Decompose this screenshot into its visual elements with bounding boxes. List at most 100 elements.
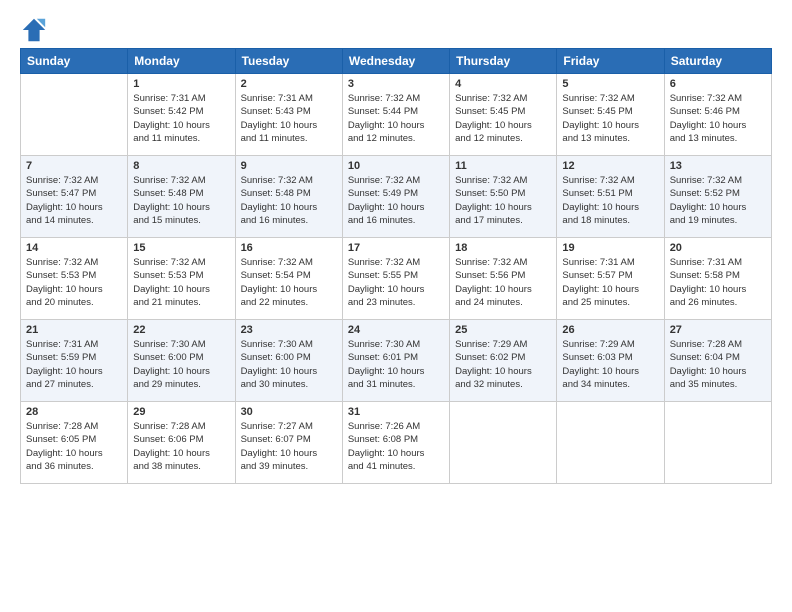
day-number: 10 [348, 160, 444, 172]
day-info: Sunrise: 7:26 AM Sunset: 6:08 PM Dayligh… [348, 420, 444, 473]
calendar-cell: 21Sunrise: 7:31 AM Sunset: 5:59 PM Dayli… [21, 320, 128, 402]
header [20, 16, 772, 44]
calendar-cell: 25Sunrise: 7:29 AM Sunset: 6:02 PM Dayli… [450, 320, 557, 402]
day-number: 8 [133, 160, 229, 172]
calendar-cell: 7 Sunrise: 7:32 AM Sunset: 5:47 PM Daylig… [21, 156, 128, 238]
calendar-cell: 19 Sunrise: 7:31 AM Sunset: 5:57 PM Dayli… [557, 238, 664, 320]
day-number: 4 [455, 78, 551, 90]
day-info: Sunrise: 7:32 AM Sunset: 5:55 PM Dayligh… [348, 256, 444, 309]
day-info: Sunrise: 7:32 AM Sunset: 5:51 PM Dayligh… [562, 174, 658, 227]
day-number: 22 [133, 324, 229, 336]
day-number: 13 [670, 160, 766, 172]
calendar-cell: 1Sunrise: 7:31 AM Sunset: 5:42 PM Daylig… [128, 74, 235, 156]
day-info: Sunrise: 7:32 AM Sunset: 5:47 PM Dayligh… [26, 174, 122, 227]
day-info: Sunrise: 7:28 AM Sunset: 6:06 PM Dayligh… [133, 420, 229, 473]
calendar-table: SundayMondayTuesdayWednesdayThursdayFrid… [20, 48, 772, 484]
day-number: 11 [455, 160, 551, 172]
day-number: 27 [670, 324, 766, 336]
day-info: Sunrise: 7:30 AM Sunset: 6:01 PM Dayligh… [348, 338, 444, 391]
day-number: 16 [241, 242, 337, 254]
day-number: 18 [455, 242, 551, 254]
day-info: Sunrise: 7:31 AM Sunset: 5:43 PM Dayligh… [241, 92, 337, 145]
day-number: 23 [241, 324, 337, 336]
calendar-cell [664, 402, 771, 484]
weekday-header: Thursday [450, 49, 557, 74]
calendar-cell: 11 Sunrise: 7:32 AM Sunset: 5:50 PM Dayli… [450, 156, 557, 238]
day-number: 19 [562, 242, 658, 254]
day-number: 21 [26, 324, 122, 336]
day-info: Sunrise: 7:32 AM Sunset: 5:54 PM Dayligh… [241, 256, 337, 309]
calendar-week: 1Sunrise: 7:31 AM Sunset: 5:42 PM Daylig… [21, 74, 772, 156]
day-number: 15 [133, 242, 229, 254]
day-number: 20 [670, 242, 766, 254]
calendar-cell: 17 Sunrise: 7:32 AM Sunset: 5:55 PM Dayli… [342, 238, 449, 320]
day-info: Sunrise: 7:28 AM Sunset: 6:05 PM Dayligh… [26, 420, 122, 473]
day-info: Sunrise: 7:32 AM Sunset: 5:44 PM Dayligh… [348, 92, 444, 145]
day-number: 3 [348, 78, 444, 90]
day-number: 6 [670, 78, 766, 90]
calendar-cell: 13 Sunrise: 7:32 AM Sunset: 5:52 PM Dayli… [664, 156, 771, 238]
calendar-week: 7 Sunrise: 7:32 AM Sunset: 5:47 PM Daylig… [21, 156, 772, 238]
calendar-cell: 6 Sunrise: 7:32 AM Sunset: 5:46 PM Daylig… [664, 74, 771, 156]
calendar-cell: 30 Sunrise: 7:27 AM Sunset: 6:07 PM Dayli… [235, 402, 342, 484]
day-number: 30 [241, 406, 337, 418]
day-info: Sunrise: 7:27 AM Sunset: 6:07 PM Dayligh… [241, 420, 337, 473]
day-info: Sunrise: 7:30 AM Sunset: 6:00 PM Dayligh… [241, 338, 337, 391]
calendar-week: 21Sunrise: 7:31 AM Sunset: 5:59 PM Dayli… [21, 320, 772, 402]
day-number: 2 [241, 78, 337, 90]
day-info: Sunrise: 7:32 AM Sunset: 5:45 PM Dayligh… [455, 92, 551, 145]
weekday-header: Friday [557, 49, 664, 74]
day-number: 7 [26, 160, 122, 172]
day-number: 12 [562, 160, 658, 172]
day-info: Sunrise: 7:31 AM Sunset: 5:57 PM Dayligh… [562, 256, 658, 309]
day-info: Sunrise: 7:32 AM Sunset: 5:53 PM Dayligh… [133, 256, 229, 309]
day-number: 17 [348, 242, 444, 254]
day-number: 1 [133, 78, 229, 90]
day-info: Sunrise: 7:32 AM Sunset: 5:46 PM Dayligh… [670, 92, 766, 145]
day-info: Sunrise: 7:29 AM Sunset: 6:03 PM Dayligh… [562, 338, 658, 391]
weekday-header: Sunday [21, 49, 128, 74]
day-number: 31 [348, 406, 444, 418]
calendar-cell: 5 Sunrise: 7:32 AM Sunset: 5:45 PM Daylig… [557, 74, 664, 156]
calendar-cell: 10Sunrise: 7:32 AM Sunset: 5:49 PM Dayli… [342, 156, 449, 238]
calendar-cell: 24 Sunrise: 7:30 AM Sunset: 6:01 PM Dayli… [342, 320, 449, 402]
day-number: 29 [133, 406, 229, 418]
day-number: 24 [348, 324, 444, 336]
calendar-cell [450, 402, 557, 484]
calendar-cell: 9Sunrise: 7:32 AM Sunset: 5:48 PM Daylig… [235, 156, 342, 238]
day-number: 14 [26, 242, 122, 254]
day-number: 5 [562, 78, 658, 90]
calendar-cell: 22 Sunrise: 7:30 AM Sunset: 6:00 PM Dayli… [128, 320, 235, 402]
calendar-week: 28 Sunrise: 7:28 AM Sunset: 6:05 PM Dayli… [21, 402, 772, 484]
day-info: Sunrise: 7:28 AM Sunset: 6:04 PM Dayligh… [670, 338, 766, 391]
calendar-cell [21, 74, 128, 156]
calendar-cell: 18Sunrise: 7:32 AM Sunset: 5:56 PM Dayli… [450, 238, 557, 320]
calendar-cell: 26Sunrise: 7:29 AM Sunset: 6:03 PM Dayli… [557, 320, 664, 402]
day-number: 28 [26, 406, 122, 418]
header-row: SundayMondayTuesdayWednesdayThursdayFrid… [21, 49, 772, 74]
calendar-cell: 23 Sunrise: 7:30 AM Sunset: 6:00 PM Dayli… [235, 320, 342, 402]
calendar-cell: 28 Sunrise: 7:28 AM Sunset: 6:05 PM Dayli… [21, 402, 128, 484]
weekday-header: Monday [128, 49, 235, 74]
day-info: Sunrise: 7:32 AM Sunset: 5:48 PM Dayligh… [133, 174, 229, 227]
calendar-week: 14 Sunrise: 7:32 AM Sunset: 5:53 PM Dayli… [21, 238, 772, 320]
day-info: Sunrise: 7:32 AM Sunset: 5:45 PM Dayligh… [562, 92, 658, 145]
day-info: Sunrise: 7:32 AM Sunset: 5:52 PM Dayligh… [670, 174, 766, 227]
day-info: Sunrise: 7:32 AM Sunset: 5:48 PM Dayligh… [241, 174, 337, 227]
weekday-header: Saturday [664, 49, 771, 74]
calendar-cell: 4 Sunrise: 7:32 AM Sunset: 5:45 PM Daylig… [450, 74, 557, 156]
calendar-cell: 29 Sunrise: 7:28 AM Sunset: 6:06 PM Dayli… [128, 402, 235, 484]
page-container: SundayMondayTuesdayWednesdayThursdayFrid… [0, 0, 792, 494]
logo [20, 16, 52, 44]
calendar-cell: 2 Sunrise: 7:31 AM Sunset: 5:43 PM Daylig… [235, 74, 342, 156]
weekday-header: Wednesday [342, 49, 449, 74]
calendar-cell: 31 Sunrise: 7:26 AM Sunset: 6:08 PM Dayli… [342, 402, 449, 484]
calendar-cell: 15 Sunrise: 7:32 AM Sunset: 5:53 PM Dayli… [128, 238, 235, 320]
calendar-cell: 14Sunrise: 7:32 AM Sunset: 5:53 PM Dayli… [21, 238, 128, 320]
weekday-header: Tuesday [235, 49, 342, 74]
calendar-cell [557, 402, 664, 484]
logo-icon [20, 16, 48, 44]
calendar-cell: 20Sunrise: 7:31 AM Sunset: 5:58 PM Dayli… [664, 238, 771, 320]
day-info: Sunrise: 7:32 AM Sunset: 5:50 PM Dayligh… [455, 174, 551, 227]
day-info: Sunrise: 7:30 AM Sunset: 6:00 PM Dayligh… [133, 338, 229, 391]
